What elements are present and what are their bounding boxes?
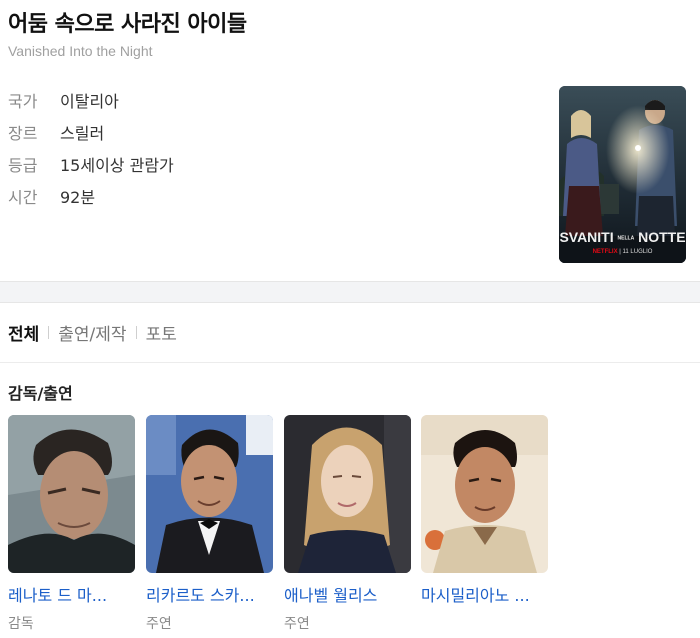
info-value: 이탈리아 — [60, 92, 119, 111]
info-row-rating: 등급 15세이상 관람가 — [8, 148, 174, 180]
cast-card[interactable]: 애나벨 월리스 주연 — [284, 415, 411, 633]
info-label: 국가 — [8, 92, 38, 111]
tab-photo[interactable]: 포토 — [146, 320, 177, 345]
tab-underline — [0, 362, 700, 363]
info-row-country: 국가 이탈리아 — [8, 84, 174, 116]
section-divider — [0, 281, 700, 303]
cast-card[interactable]: 마시밀리아노 ... — [421, 415, 548, 613]
section-title-director-cast: 감독/출연 — [8, 384, 73, 403]
info-value: 15세이상 관람가 — [60, 156, 174, 175]
cast-name[interactable]: 마시밀리아노 ... — [421, 582, 548, 606]
cast-name[interactable]: 레나토 드 마... — [8, 582, 135, 606]
cast-photo[interactable] — [284, 415, 411, 573]
cast-role: 주연 — [146, 616, 172, 632]
tab-all[interactable]: 전체 — [8, 320, 39, 345]
cast-role: 주연 — [284, 616, 310, 632]
cast-photo[interactable] — [146, 415, 273, 573]
person-photo — [146, 415, 273, 573]
info-label: 장르 — [8, 124, 38, 143]
info-value: 92분 — [60, 188, 96, 207]
cast-card[interactable]: 레나토 드 마... 감독 — [8, 415, 135, 633]
info-label: 시간 — [8, 188, 38, 207]
cast-photo[interactable] — [8, 415, 135, 573]
person-photo — [421, 415, 548, 573]
info-list: 국가 이탈리아 장르 스릴러 등급 15세이상 관람가 시간 92분 — [8, 84, 174, 212]
cast-role: 감독 — [8, 616, 34, 632]
tab-cast-crew[interactable]: 출연/제작 — [58, 320, 126, 345]
netflix-logo: NETFLIX — [592, 249, 618, 255]
info-value: 스릴러 — [60, 124, 105, 143]
info-label: 등급 — [8, 156, 38, 175]
poster-date: 11 LUGLIO — [622, 249, 653, 255]
poster-title: SVANITI NELLA NOTTE — [559, 229, 686, 245]
tab-separator — [48, 326, 50, 339]
page-subtitle: Vanished Into the Night — [8, 43, 153, 59]
page-title: 어둠 속으로 사라진 아이들 — [8, 12, 247, 37]
info-row-genre: 장르 스릴러 — [8, 116, 174, 148]
info-row-runtime: 시간 92분 — [8, 180, 174, 212]
cast-name[interactable]: 애나벨 월리스 — [284, 582, 411, 606]
person-photo — [284, 415, 411, 573]
tab-bar: 전체 출연/제작 포토 — [8, 320, 177, 345]
poster-title-right: NOTTE — [638, 229, 686, 245]
poster-footer: NETFLIX | 11 LUGLIO — [592, 249, 653, 255]
poster-title-left: SVANITI — [559, 229, 614, 245]
tab-separator — [135, 326, 137, 339]
poster-title-mid: NELLA — [617, 235, 635, 242]
cast-photo[interactable] — [421, 415, 548, 573]
cast-name[interactable]: 리카르도 스카... — [146, 582, 273, 606]
cast-card[interactable]: 리카르도 스카... 주연 — [146, 415, 273, 633]
person-photo — [8, 415, 135, 573]
movie-poster[interactable]: SVANITI NELLA NOTTE NETFLIX | 11 LUGLIO — [559, 86, 686, 263]
